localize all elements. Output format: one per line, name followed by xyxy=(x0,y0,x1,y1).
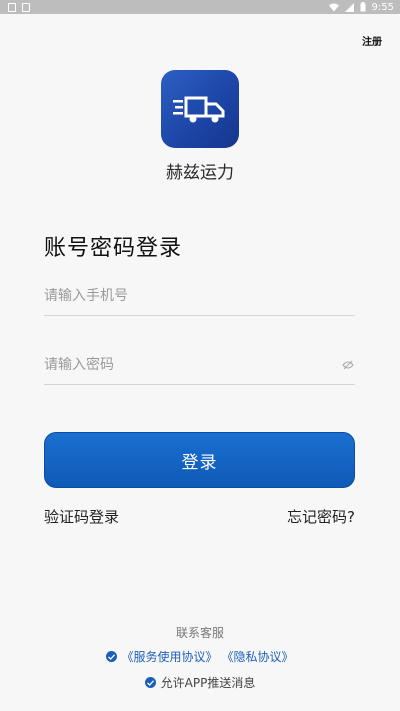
push-consent-row: 允许APP推送消息 xyxy=(0,674,400,691)
agreement-row: 《服务使用协议》 《隐私协议》 xyxy=(0,648,400,665)
contact-support-link[interactable]: 联系客服 xyxy=(0,624,400,641)
push-consent-label: 允许APP推送消息 xyxy=(160,676,256,690)
page-title: 账号密码登录 xyxy=(44,236,183,261)
login-button[interactable]: 登录 xyxy=(44,432,355,488)
password-field[interactable] xyxy=(44,345,355,385)
privacy-agreement-link[interactable]: 《隐私协议》 xyxy=(222,648,294,665)
app-logo xyxy=(161,70,239,148)
phone-field[interactable] xyxy=(44,276,355,316)
service-agreement-link[interactable]: 《服务使用协议》 xyxy=(121,648,217,665)
status-bar: 9:55 xyxy=(0,0,400,14)
sms-login-link[interactable]: 验证码登录 xyxy=(44,506,119,527)
register-link[interactable]: 注册 xyxy=(362,33,382,48)
truck-icon xyxy=(173,96,225,123)
forgot-password-link[interactable]: 忘记密码? xyxy=(287,506,355,527)
password-input[interactable] xyxy=(44,345,341,384)
eye-off-icon[interactable] xyxy=(341,358,355,372)
battery-icon xyxy=(360,2,366,12)
phone-input[interactable] xyxy=(44,276,355,315)
wifi-icon xyxy=(328,3,339,11)
app-notification-icon xyxy=(22,2,30,12)
status-time: 9:55 xyxy=(371,1,394,13)
push-consent-checkbox[interactable] xyxy=(144,677,156,688)
signal-icon xyxy=(344,2,354,12)
app-name: 赫兹运力 xyxy=(166,163,234,183)
agreement-checkbox[interactable] xyxy=(106,651,118,662)
notification-icon xyxy=(8,2,16,12)
